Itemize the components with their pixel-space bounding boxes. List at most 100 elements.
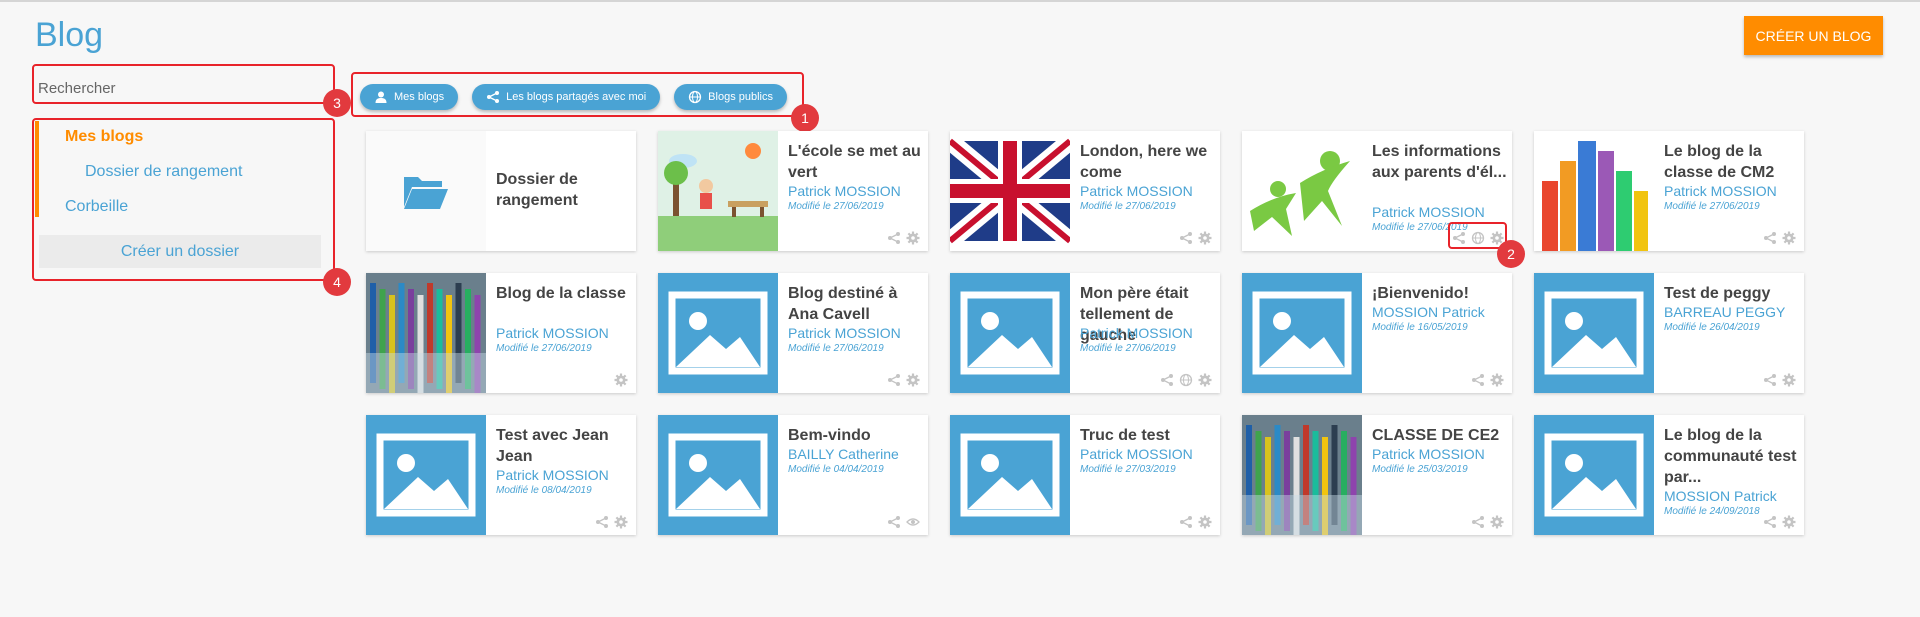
- blog-actions: [887, 231, 920, 245]
- blog-actions: [614, 373, 628, 387]
- gear-icon[interactable]: [1198, 373, 1212, 387]
- blog-actions: [887, 373, 920, 387]
- blog-actions: [887, 515, 920, 529]
- highlight-box-sidebar: [32, 118, 335, 281]
- blog-actions: [1471, 373, 1504, 387]
- blog-title[interactable]: Le blog de la classe de CM2: [1664, 141, 1800, 183]
- gear-icon[interactable]: [1490, 515, 1504, 529]
- blog-author: Patrick MOSSION: [1080, 446, 1193, 462]
- blog-modified-date: Modifié le 04/04/2019: [788, 464, 884, 475]
- globe-icon[interactable]: [1179, 373, 1193, 387]
- blog-actions: [1763, 515, 1796, 529]
- gear-icon[interactable]: [906, 231, 920, 245]
- blog-modified-date: Modifié le 25/03/2019: [1372, 464, 1468, 475]
- blog-thumbnail: [366, 273, 486, 393]
- eye-icon[interactable]: [906, 515, 920, 529]
- blog-card[interactable]: London, here we come Patrick MOSSION Modif…: [950, 131, 1220, 251]
- blog-card[interactable]: Test avec Jean Jean Patrick MOSSION Modifi…: [366, 415, 636, 535]
- callout-4: 4: [323, 268, 351, 296]
- blog-card[interactable]: Le blog de la communauté test par... MOSS…: [1534, 415, 1804, 535]
- callout-3: 3: [323, 89, 351, 117]
- share-icon[interactable]: [1179, 231, 1193, 245]
- blog-actions: [1763, 373, 1796, 387]
- blog-card[interactable]: Blog de la classe Patrick MOSSION Modifié …: [366, 273, 636, 393]
- image-placeholder-icon: [1252, 291, 1352, 375]
- image-placeholder-icon: [1544, 291, 1644, 375]
- blog-thumbnail: [658, 131, 778, 251]
- share-icon[interactable]: [1763, 231, 1777, 245]
- blog-thumbnail: [1534, 415, 1654, 535]
- blog-card[interactable]: Le blog de la classe de CM2 Patrick MOSSI…: [1534, 131, 1804, 251]
- share-icon[interactable]: [1160, 373, 1174, 387]
- blog-card[interactable]: Test de peggy BARREAU PEGGY Modifié le 26/…: [1534, 273, 1804, 393]
- blog-modified-date: Modifié le 08/04/2019: [496, 485, 592, 496]
- image-placeholder-icon: [668, 433, 768, 517]
- blog-title[interactable]: Les informations aux parents d'él...: [1372, 141, 1508, 183]
- highlight-box-search: [32, 64, 335, 104]
- folder-title: Dossier de rangement: [496, 171, 578, 209]
- share-icon[interactable]: [1763, 373, 1777, 387]
- blog-actions: [1471, 515, 1504, 529]
- blog-title[interactable]: Blog destiné à Ana Cavell: [788, 283, 924, 325]
- blog-author: Patrick MOSSION: [1372, 204, 1485, 220]
- blog-author: Patrick MOSSION: [1080, 325, 1193, 341]
- blog-author: Patrick MOSSION: [788, 325, 901, 341]
- blog-card[interactable]: ¡Bienvenido! MOSSION Patrick Modifié le 16…: [1242, 273, 1512, 393]
- blog-actions: [595, 515, 628, 529]
- blog-modified-date: Modifié le 24/09/2018: [1664, 506, 1760, 517]
- blog-title[interactable]: Test de peggy: [1664, 283, 1800, 304]
- gear-icon[interactable]: [1782, 373, 1796, 387]
- blog-author: BARREAU PEGGY: [1664, 304, 1786, 320]
- blog-modified-date: Modifié le 27/06/2019: [1080, 343, 1176, 354]
- share-icon[interactable]: [1471, 373, 1485, 387]
- share-icon[interactable]: [1471, 515, 1485, 529]
- share-icon[interactable]: [1179, 515, 1193, 529]
- blog-title[interactable]: Bem-vindo: [788, 425, 924, 446]
- gear-icon[interactable]: [614, 515, 628, 529]
- blog-thumbnail: [658, 273, 778, 393]
- gear-icon[interactable]: [1198, 515, 1212, 529]
- gear-icon[interactable]: [906, 373, 920, 387]
- colored-pencils-image: [1242, 415, 1362, 535]
- blog-title[interactable]: ¡Bienvenido!: [1372, 283, 1508, 304]
- blog-modified-date: Modifié le 27/06/2019: [788, 343, 884, 354]
- top-border: [0, 0, 1920, 2]
- blog-title[interactable]: L'école se met au vert: [788, 141, 924, 183]
- share-icon[interactable]: [1763, 515, 1777, 529]
- blog-card[interactable]: Blog destiné à Ana Cavell Patrick MOSSION…: [658, 273, 928, 393]
- blog-modified-date: Modifié le 27/06/2019: [1664, 201, 1760, 212]
- gear-icon[interactable]: [1198, 231, 1212, 245]
- create-blog-button[interactable]: CRÉER UN BLOG: [1744, 16, 1883, 55]
- gear-icon[interactable]: [1782, 231, 1796, 245]
- blog-actions: [1179, 515, 1212, 529]
- blog-title[interactable]: Blog de la classe: [496, 283, 632, 304]
- blog-author: Patrick MOSSION: [788, 183, 901, 199]
- gear-icon[interactable]: [1782, 515, 1796, 529]
- blog-title[interactable]: Test avec Jean Jean: [496, 425, 632, 467]
- folder-card[interactable]: Dossier de rangement: [366, 131, 636, 251]
- share-icon[interactable]: [887, 515, 901, 529]
- blog-card[interactable]: Mon père était tellement de gauche Patric…: [950, 273, 1220, 393]
- blog-title[interactable]: CLASSE DE CE2: [1372, 425, 1508, 446]
- union-flag-image: [950, 131, 1070, 251]
- blog-author: MOSSION Patrick: [1664, 488, 1777, 504]
- image-placeholder-icon: [960, 433, 1060, 517]
- gear-icon[interactable]: [1490, 373, 1504, 387]
- page-title: Blog: [35, 16, 104, 54]
- blog-card[interactable]: L'école se met au vert Patrick MOSSION Mod…: [658, 131, 928, 251]
- blog-author: MOSSION Patrick: [1372, 304, 1485, 320]
- blog-card[interactable]: Bem-vindo BAILLY Catherine Modifié le 04/0…: [658, 415, 928, 535]
- blog-card[interactable]: Truc de test Patrick MOSSION Modifié le 27…: [950, 415, 1220, 535]
- blog-title[interactable]: London, here we come: [1080, 141, 1216, 183]
- share-icon[interactable]: [887, 373, 901, 387]
- blog-modified-date: Modifié le 27/03/2019: [1080, 464, 1176, 475]
- blog-title[interactable]: Truc de test: [1080, 425, 1216, 446]
- share-icon[interactable]: [595, 515, 609, 529]
- blog-thumbnail: [1242, 131, 1362, 251]
- blog-author: Patrick MOSSION: [496, 325, 609, 341]
- blog-card[interactable]: CLASSE DE CE2 Patrick MOSSION Modifié le 2…: [1242, 415, 1512, 535]
- blog-modified-date: Modifié le 27/06/2019: [496, 343, 592, 354]
- blog-title[interactable]: Le blog de la communauté test par...: [1664, 425, 1800, 488]
- gear-icon[interactable]: [614, 373, 628, 387]
- share-icon[interactable]: [887, 231, 901, 245]
